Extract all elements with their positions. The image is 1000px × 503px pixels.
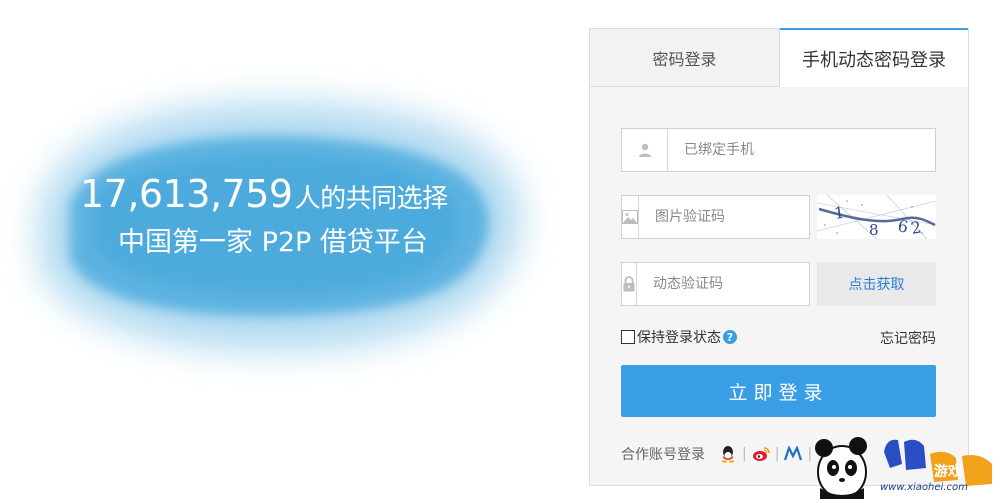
remember-checkbox[interactable] <box>621 330 635 344</box>
login-button[interactable]: 立即登录 <box>621 365 936 417</box>
lock-icon <box>622 263 637 305</box>
partner-login-label: 合作账号登录 <box>621 447 705 463</box>
user-count: 17,613,759人的共同选择 <box>80 172 448 216</box>
weibo-icon[interactable] <box>752 445 770 463</box>
qq-icon[interactable] <box>719 445 737 463</box>
svg-text:6: 6 <box>896 216 909 236</box>
login-tabs: 密码登录 手机动态密码登录 <box>590 28 968 87</box>
sms-code-field <box>621 262 827 306</box>
tab-password-login[interactable]: 密码登录 <box>590 29 780 87</box>
remember-login: 保持登录状态 ? <box>621 327 737 347</box>
user-count-suffix: 人的共同选择 <box>294 184 449 214</box>
captcha-field <box>621 195 829 239</box>
forgot-password-link[interactable]: 忘记密码 <box>880 328 936 348</box>
svg-text:2: 2 <box>909 217 922 237</box>
captcha-image[interactable]: 1 8 6 2 <box>817 195 936 239</box>
phone-field <box>621 128 936 172</box>
hero-subtitle: 中国第一家 P2P 借贷平台 <box>118 227 428 258</box>
watermark-url: www.xiaohei.com <box>880 482 968 493</box>
user-count-number: 17,613,759 <box>80 172 293 216</box>
partner-separator: | <box>742 446 747 462</box>
remember-label: 保持登录状态 <box>637 330 721 346</box>
login-panel: 密码登录 手机动态密码登录 1 8 6 2 <box>589 28 969 486</box>
get-code-button[interactable]: 点击获取 <box>817 262 936 306</box>
hero-banner: 17,613,759人的共同选择 中国第一家 P2P 借贷平台 <box>0 0 560 499</box>
svg-text:1: 1 <box>833 203 846 223</box>
phone-input[interactable] <box>668 129 935 171</box>
svg-text:8: 8 <box>869 221 879 239</box>
partner-login: 合作账号登录 | | | <box>621 444 817 464</box>
tab-phone-login[interactable]: 手机动态密码登录 <box>780 28 968 87</box>
help-icon[interactable]: ? <box>723 330 737 344</box>
user-icon <box>622 129 668 171</box>
captcha-input[interactable] <box>639 196 829 238</box>
image-icon <box>622 196 639 238</box>
sms-code-input[interactable] <box>637 263 827 305</box>
alipay-icon[interactable] <box>784 445 803 463</box>
svg-text:游戏: 游戏 <box>934 463 962 480</box>
partner-separator: | <box>774 446 780 462</box>
